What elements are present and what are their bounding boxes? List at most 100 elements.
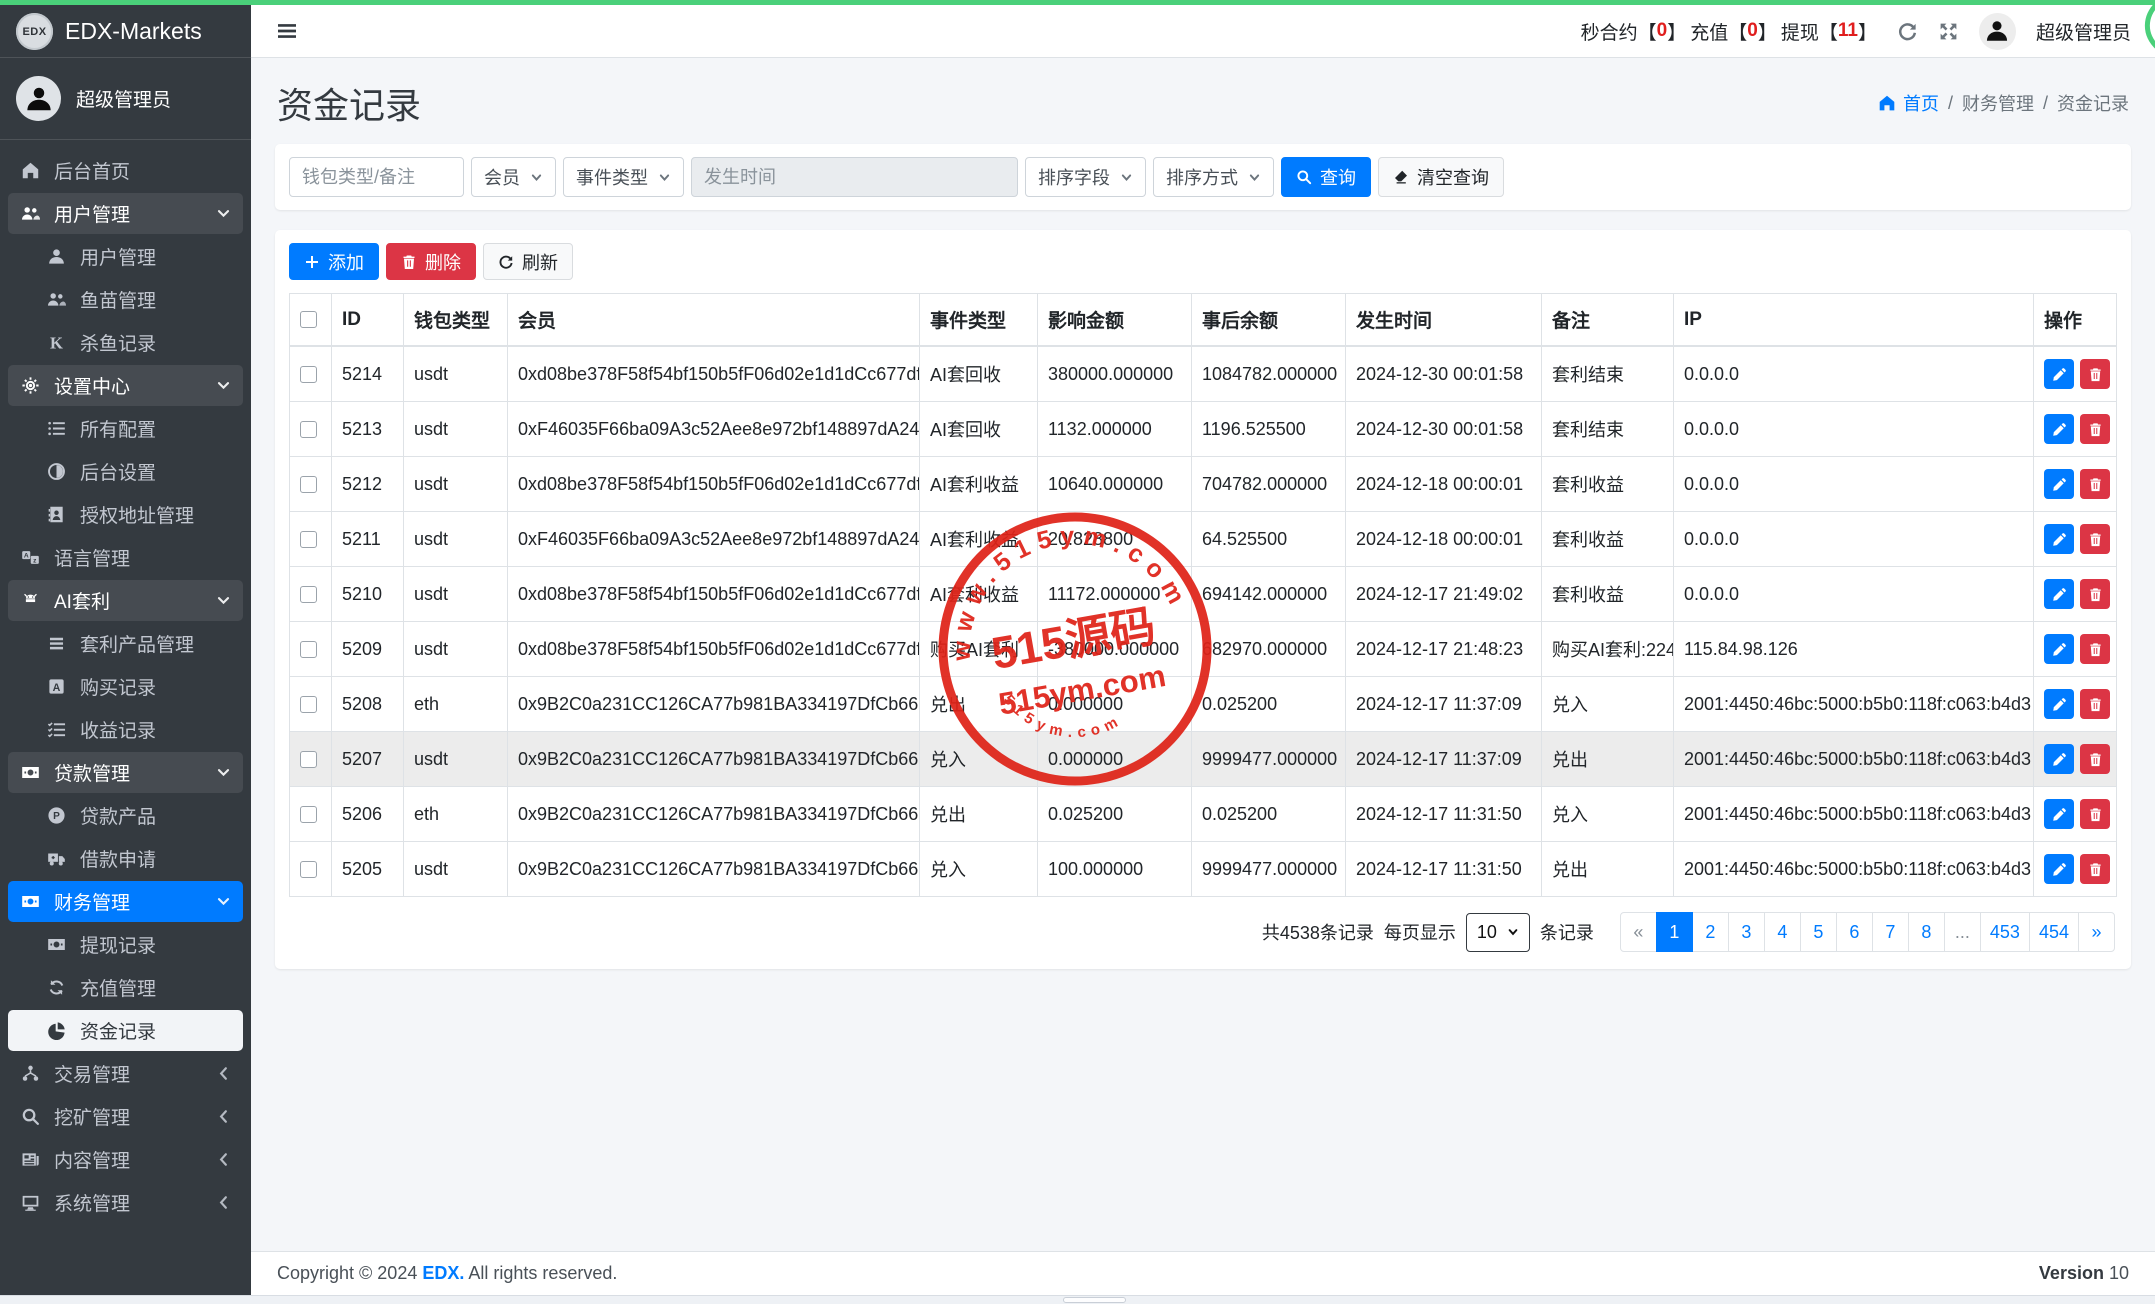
- sidebar-item-dashboard[interactable]: 后台首页: [8, 150, 243, 191]
- pager-page-4[interactable]: 4: [1764, 912, 1801, 952]
- row-checkbox[interactable]: [300, 641, 317, 658]
- fullscreen-icon[interactable]: [1938, 21, 1959, 42]
- add-button[interactable]: 添加: [289, 243, 379, 280]
- sidebar-item-backend-settings[interactable]: 后台设置: [8, 451, 243, 492]
- search-button[interactable]: 查询: [1281, 157, 1371, 197]
- row-checkbox[interactable]: [300, 531, 317, 548]
- row-checkbox[interactable]: [300, 751, 317, 768]
- delete-row-button[interactable]: [2080, 579, 2110, 609]
- sidebar-item-system-management[interactable]: 系统管理: [8, 1182, 243, 1223]
- navbar-user-name[interactable]: 超级管理员: [2036, 18, 2131, 45]
- stat-充值[interactable]: 充值【0】: [1690, 18, 1777, 45]
- pager-page-5[interactable]: 5: [1800, 912, 1837, 952]
- pager-page-2[interactable]: 2: [1692, 912, 1729, 952]
- pager-page-6[interactable]: 6: [1836, 912, 1873, 952]
- sidebar-item-authorized-address-management[interactable]: 授权地址管理: [8, 494, 243, 535]
- pager-next[interactable]: »: [2078, 912, 2115, 952]
- delete-row-button[interactable]: [2080, 744, 2110, 774]
- edit-button[interactable]: [2044, 359, 2074, 389]
- navbar-avatar[interactable]: [1979, 13, 2016, 50]
- sidebar-item-all-configs[interactable]: 所有配置: [8, 408, 243, 449]
- sort-order-select[interactable]: 排序方式: [1153, 157, 1274, 197]
- pager-page-...[interactable]: ...: [1944, 912, 1981, 952]
- breadcrumb-finance[interactable]: 财务管理: [1962, 90, 2034, 116]
- brand[interactable]: EDX EDX-Markets: [0, 0, 251, 58]
- sidebar-item-user-management[interactable]: 用户管理: [8, 236, 243, 277]
- sidebar-item-recharge-management[interactable]: 充值管理: [8, 967, 243, 1008]
- edit-button[interactable]: [2044, 689, 2074, 719]
- scrollbar-thumb[interactable]: [1063, 1297, 1126, 1303]
- delete-row-button[interactable]: [2080, 414, 2110, 444]
- stat-提现[interactable]: 提现【11】: [1781, 18, 1877, 45]
- cell-member: 0x9B2C0a231CC126CA77b981BA334197DfCb668c…: [508, 677, 920, 732]
- select-all-checkbox[interactable]: [300, 311, 317, 328]
- sidebar-item-loan-management-group[interactable]: 贷款管理: [8, 752, 243, 793]
- row-checkbox[interactable]: [300, 586, 317, 603]
- occur-time-input[interactable]: [691, 157, 1018, 197]
- sidebar-item-language-management[interactable]: Az语言管理: [8, 537, 243, 578]
- delete-row-button[interactable]: [2080, 524, 2110, 554]
- delete-row-button[interactable]: [2080, 469, 2110, 499]
- row-checkbox[interactable]: [300, 806, 317, 823]
- clear-search-button[interactable]: 清空查询: [1378, 157, 1504, 197]
- sidebar-item-mining-management[interactable]: 挖矿管理: [8, 1096, 243, 1137]
- sidebar-item-loan-products[interactable]: P贷款产品: [8, 795, 243, 836]
- sidebar-item-finance-management-group[interactable]: 财务管理: [8, 881, 243, 922]
- edit-button[interactable]: [2044, 854, 2074, 884]
- horizontal-scrollbar[interactable]: [0, 1295, 2155, 1304]
- edit-button[interactable]: [2044, 744, 2074, 774]
- breadcrumb-home[interactable]: 首页: [1878, 90, 1939, 116]
- sidebar-item-kill-fish-records[interactable]: K杀鱼记录: [8, 322, 243, 363]
- cell-wallet-type: usdt: [404, 567, 508, 622]
- edit-button[interactable]: [2044, 524, 2074, 554]
- sidebar-item-ai-arbitrage-group[interactable]: AI套利: [8, 580, 243, 621]
- stat-秒合约[interactable]: 秒合约【0】: [1581, 18, 1687, 45]
- sidebar-item-fry-management[interactable]: 鱼苗管理: [8, 279, 243, 320]
- sidebar-item-profit-records[interactable]: 收益记录: [8, 709, 243, 750]
- sidebar-item-user-management-group[interactable]: 用户管理: [8, 193, 243, 234]
- sort-field-select[interactable]: 排序字段: [1025, 157, 1146, 197]
- chevron-down-icon: [214, 204, 233, 223]
- delete-row-button[interactable]: [2080, 634, 2110, 664]
- row-checkbox[interactable]: [300, 696, 317, 713]
- sidebar-item-fund-records[interactable]: 资金记录: [8, 1010, 243, 1051]
- sidebar-item-withdrawal-records[interactable]: 提现记录: [8, 924, 243, 965]
- pager-page-1[interactable]: 1: [1656, 912, 1693, 952]
- pager-page-8[interactable]: 8: [1908, 912, 1945, 952]
- sidebar-item-content-management[interactable]: 内容管理: [8, 1139, 243, 1180]
- delete-button[interactable]: 删除: [386, 243, 476, 280]
- refresh-icon[interactable]: [1897, 21, 1918, 42]
- row-checkbox[interactable]: [300, 366, 317, 383]
- pager-page-454[interactable]: 454: [2029, 912, 2079, 952]
- table-row: 5208eth0x9B2C0a231CC126CA77b981BA334197D…: [290, 677, 2117, 732]
- delete-row-button[interactable]: [2080, 689, 2110, 719]
- row-checkbox[interactable]: [300, 476, 317, 493]
- edit-button[interactable]: [2044, 579, 2074, 609]
- sidebar-item-arbitrage-products[interactable]: 套利产品管理: [8, 623, 243, 664]
- row-checkbox[interactable]: [300, 421, 317, 438]
- sidebar-item-loan-applications[interactable]: 借款申请: [8, 838, 243, 879]
- event-type-select[interactable]: 事件类型: [563, 157, 684, 197]
- sidebar-item-trade-management[interactable]: 交易管理: [8, 1053, 243, 1094]
- delete-row-button[interactable]: [2080, 799, 2110, 829]
- cell-time: 2024-12-18 00:00:01: [1346, 512, 1542, 567]
- pager-page-7[interactable]: 7: [1872, 912, 1909, 952]
- page-size-select[interactable]: 10: [1466, 913, 1530, 952]
- sidebar-item-purchase-records[interactable]: A购买记录: [8, 666, 243, 707]
- sidebar-user-panel[interactable]: 超级管理员: [0, 58, 251, 140]
- edit-button[interactable]: [2044, 469, 2074, 499]
- delete-row-button[interactable]: [2080, 359, 2110, 389]
- row-checkbox[interactable]: [300, 861, 317, 878]
- pager-page-3[interactable]: 3: [1728, 912, 1765, 952]
- pager-prev[interactable]: «: [1620, 912, 1657, 952]
- member-select[interactable]: 会员: [471, 157, 556, 197]
- wallet-type-remark-input[interactable]: [289, 157, 464, 197]
- delete-row-button[interactable]: [2080, 854, 2110, 884]
- sidebar-item-settings-center-group[interactable]: 设置中心: [8, 365, 243, 406]
- hamburger-menu-icon[interactable]: [275, 19, 299, 43]
- edit-button[interactable]: [2044, 799, 2074, 829]
- edit-button[interactable]: [2044, 414, 2074, 444]
- pager-page-453[interactable]: 453: [1980, 912, 2030, 952]
- refresh-button[interactable]: 刷新: [483, 243, 573, 280]
- edit-button[interactable]: [2044, 634, 2074, 664]
